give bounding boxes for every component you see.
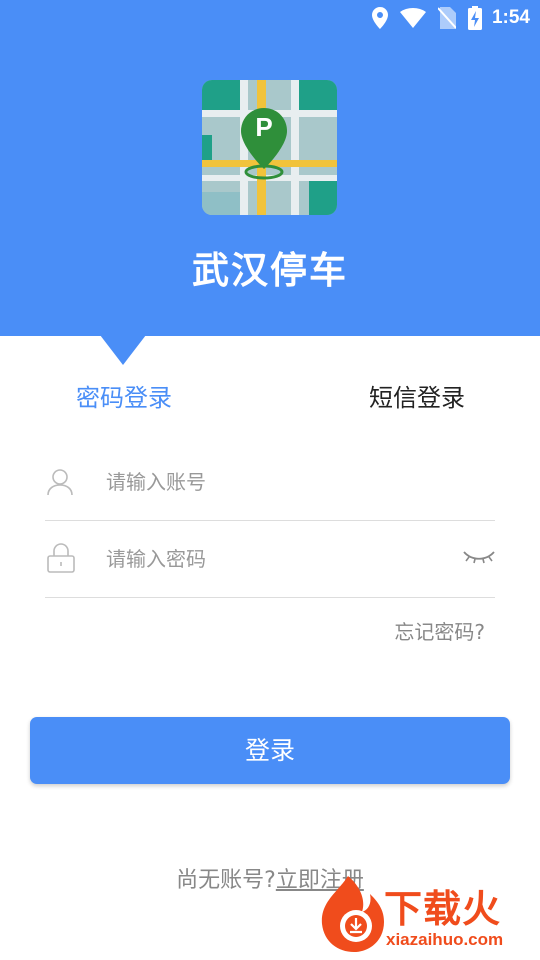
watermark-brand: 下载火 <box>384 887 502 931</box>
forgot-password-link[interactable]: 忘记密码? <box>394 616 485 645</box>
parking-map-logo-icon <box>202 80 337 215</box>
header-banner: 1:54 P 武汉停车 <box>0 0 540 336</box>
watermark-domain: xiazaihuo.com <box>386 930 504 949</box>
tab-sms-login[interactable]: 短信登录 <box>369 382 465 414</box>
app-title: 武汉停车 <box>192 249 348 292</box>
eye-closed-icon[interactable] <box>463 549 495 569</box>
password-field <box>45 525 495 598</box>
watermark: 下载火 xiazaihuo.com <box>318 874 536 956</box>
register-prompt: 尚无账号? <box>176 868 276 893</box>
battery-charging-icon <box>467 6 482 30</box>
tab-password-login[interactable]: 密码登录 <box>76 382 172 414</box>
user-icon <box>47 468 73 500</box>
logo-letter: P <box>255 112 273 142</box>
flame-logo-icon <box>321 876 384 952</box>
status-time: 1:54 <box>491 7 530 28</box>
password-input[interactable] <box>106 541 426 577</box>
login-button[interactable]: 登录 <box>30 717 510 784</box>
wifi-icon <box>399 8 426 28</box>
active-tab-pointer <box>100 335 146 365</box>
account-field <box>45 448 495 521</box>
lock-icon <box>47 543 75 577</box>
status-bar: 1:54 <box>0 0 540 36</box>
no-sim-icon <box>437 7 456 29</box>
account-input[interactable] <box>106 464 426 500</box>
app-logo: P <box>202 80 337 215</box>
location-icon <box>371 7 388 29</box>
